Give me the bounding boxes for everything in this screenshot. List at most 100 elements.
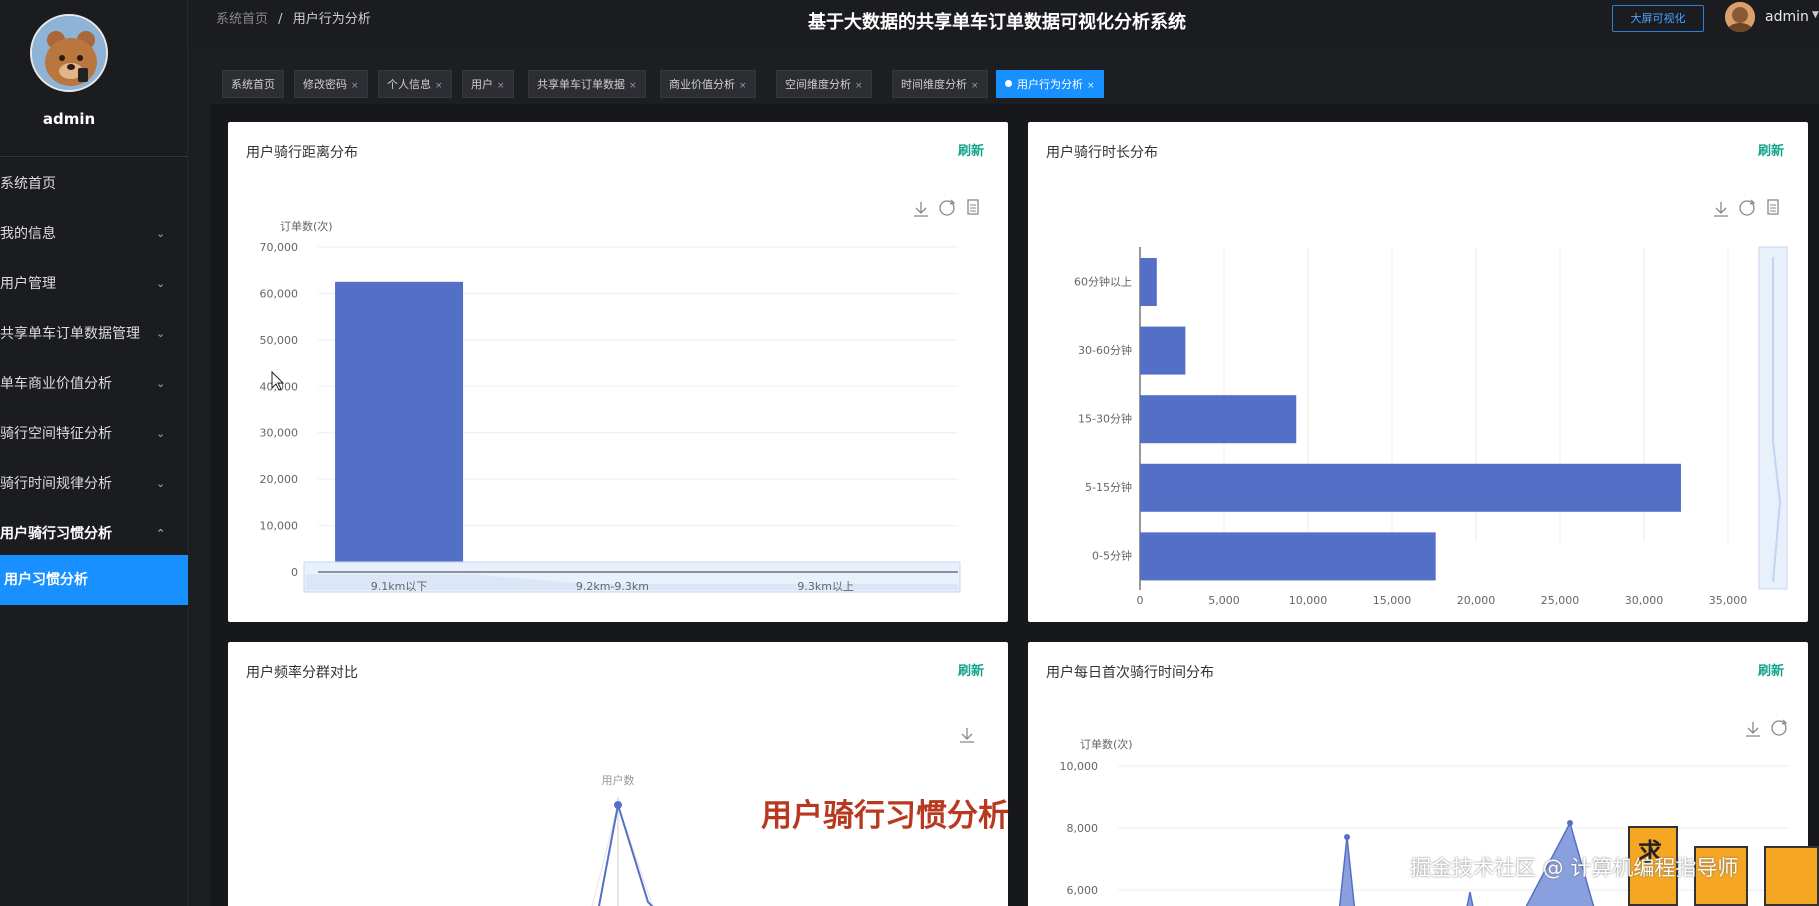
area-series: [1466, 891, 1474, 906]
y-tick-label: 0-5分钟: [1092, 549, 1132, 563]
chevron-down-icon: ⌄: [156, 427, 166, 440]
x-tick-label: 9.2km-9.3km: [576, 580, 649, 593]
bear-avatar-icon: [32, 16, 106, 90]
refresh-icon[interactable]: [939, 199, 956, 216]
y-tick-label: 60,000: [260, 287, 299, 300]
area-point: [1567, 820, 1573, 826]
y-axis-label: 订单数(次): [280, 219, 333, 233]
tab-label: 用户: [471, 78, 493, 91]
tab-personal-info[interactable]: 个人信息 ×: [378, 70, 452, 98]
tab-users[interactable]: 用户 ×: [462, 70, 514, 98]
sidebar-item-user-habit[interactable]: 用户习惯分析: [0, 555, 188, 605]
bar: [1140, 463, 1681, 512]
x-tick-label: 0: [1137, 594, 1144, 607]
y-tick-label: 30-60分钟: [1078, 343, 1132, 357]
x-tick-label: 25,000: [1541, 594, 1580, 607]
frequency-chart: 用户数: [591, 728, 974, 906]
tab-time[interactable]: 时间维度分析 ×: [892, 70, 988, 98]
y-tick-label: 50,000: [260, 334, 299, 347]
close-icon[interactable]: ×: [855, 81, 863, 91]
refresh-icon[interactable]: [1739, 199, 1756, 216]
breadcrumb-separator: /: [278, 12, 283, 27]
bar: [1140, 395, 1297, 444]
data-view-icon[interactable]: [967, 199, 979, 215]
header: 系统首页 / 用户行为分析 基于大数据的共享单车订单数据可视化分析系统 大屏可视…: [188, 0, 1819, 50]
tab-label: 修改密码: [303, 78, 347, 91]
breadcrumb-current: 用户行为分析: [292, 12, 371, 27]
close-icon[interactable]: ×: [971, 81, 979, 91]
caret-down-icon[interactable]: ▼: [1812, 10, 1819, 20]
tab-label: 系统首页: [231, 78, 275, 91]
download-icon[interactable]: [914, 202, 928, 217]
close-icon[interactable]: ×: [351, 81, 359, 91]
sidebar-item-business-value[interactable]: 单车商业价值分析 ⌄: [0, 359, 188, 409]
sidebar-item-label: 共享单车订单数据管理: [0, 326, 140, 342]
data-view-icon[interactable]: [1767, 199, 1779, 215]
sidebar-item-label: 骑行时间规律分析: [0, 476, 112, 492]
y-tick-label: 30,000: [260, 427, 299, 440]
sidebar-item-label: 用户习惯分析: [4, 572, 88, 588]
sidebar-item-label: 骑行空间特征分析: [0, 426, 112, 442]
download-icon[interactable]: [1746, 722, 1760, 737]
tab-order-data[interactable]: 共享单车订单数据 ×: [528, 70, 646, 98]
close-icon[interactable]: ×: [739, 81, 747, 91]
avatar[interactable]: [30, 14, 108, 92]
sidebar-item-label: 用户骑行习惯分析: [0, 526, 112, 542]
tab-label: 时间维度分析: [901, 78, 967, 91]
chevron-down-icon: ⌄: [156, 327, 166, 340]
chevron-up-icon: ⌃: [156, 527, 166, 540]
bar: [1140, 532, 1436, 581]
watermark: 掘金技术社区 @ 计算机编程指导师: [1410, 856, 1739, 880]
refresh-icon[interactable]: [1771, 719, 1788, 736]
sidebar-item-riding-habit[interactable]: 用户骑行习惯分析 ⌃: [0, 509, 188, 559]
sidebar-item-label: 用户管理: [0, 276, 56, 292]
close-icon[interactable]: ×: [1087, 81, 1095, 91]
bar: [1140, 326, 1186, 375]
close-icon[interactable]: ×: [435, 81, 443, 91]
x-tick-label: 30,000: [1625, 594, 1664, 607]
tab-spatial[interactable]: 空间维度分析 ×: [776, 70, 872, 98]
tab-home[interactable]: 系统首页: [222, 70, 284, 98]
tab-user-behavior[interactable]: 用户行为分析 ×: [996, 70, 1104, 98]
radar-series-line: [597, 804, 654, 906]
tab-label: 共享单车订单数据: [537, 78, 625, 91]
download-icon[interactable]: [960, 728, 974, 743]
area-point: [1344, 834, 1350, 840]
y-axis-label: 订单数(次): [1080, 737, 1133, 751]
x-tick-label: 9.1km以下: [371, 580, 428, 593]
y-tick-label: 0: [291, 566, 298, 579]
sidebar-item-home[interactable]: 系统首页: [0, 159, 188, 209]
y-tick-label: 20,000: [260, 473, 299, 486]
sidebar-item-user-management[interactable]: 用户管理 ⌄: [0, 259, 188, 309]
sticker-image: [1764, 846, 1819, 906]
active-dot-icon: [1005, 80, 1012, 87]
tab-business-value[interactable]: 商业价值分析 ×: [660, 70, 756, 98]
x-tick-label: 20,000: [1457, 594, 1496, 607]
radar-point: [614, 801, 622, 809]
breadcrumb: 系统首页 / 用户行为分析: [216, 8, 371, 27]
sidebar-item-time-analysis[interactable]: 骑行时间规律分析 ⌄: [0, 459, 188, 509]
chevron-down-icon: ⌄: [156, 227, 166, 240]
y-tick-label: 10,000: [260, 520, 299, 533]
close-icon[interactable]: ×: [629, 81, 637, 91]
sidebar-item-order-data-management[interactable]: 共享单车订单数据管理 ⌄: [0, 309, 188, 359]
card-distance: 用户骑行距离分布 刷新 订单数(次)010,00020,00030,00040,…: [228, 122, 1008, 622]
sidebar-item-label: 系统首页: [0, 176, 56, 192]
user-avatar-icon: [1725, 2, 1755, 32]
sidebar-item-spatial-analysis[interactable]: 骑行空间特征分析 ⌄: [0, 409, 188, 459]
duration-chart: 0 5,000 10,000 15,000 20,000 25,000 30,000 35,0…: [1074, 199, 1788, 607]
x-tick-label: 9.3km以上: [797, 580, 854, 593]
tab-label: 用户行为分析: [1017, 78, 1083, 91]
chevron-down-icon: ⌄: [156, 277, 166, 290]
tab-change-password[interactable]: 修改密码 ×: [294, 70, 368, 98]
breadcrumb-root[interactable]: 系统首页: [216, 12, 268, 27]
chevron-down-icon: ⌄: [156, 477, 166, 490]
header-username[interactable]: admin: [1765, 9, 1809, 25]
sidebar-item-my-info[interactable]: 我的信息 ⌄: [0, 209, 188, 259]
download-icon[interactable]: [1714, 202, 1728, 217]
header-avatar[interactable]: [1725, 2, 1755, 32]
y-tick-label: 60分钟以上: [1074, 274, 1132, 288]
bigscreen-button[interactable]: 大屏可视化: [1612, 5, 1704, 32]
sidebar-item-label: 单车商业价值分析: [0, 376, 112, 392]
close-icon[interactable]: ×: [497, 81, 505, 91]
